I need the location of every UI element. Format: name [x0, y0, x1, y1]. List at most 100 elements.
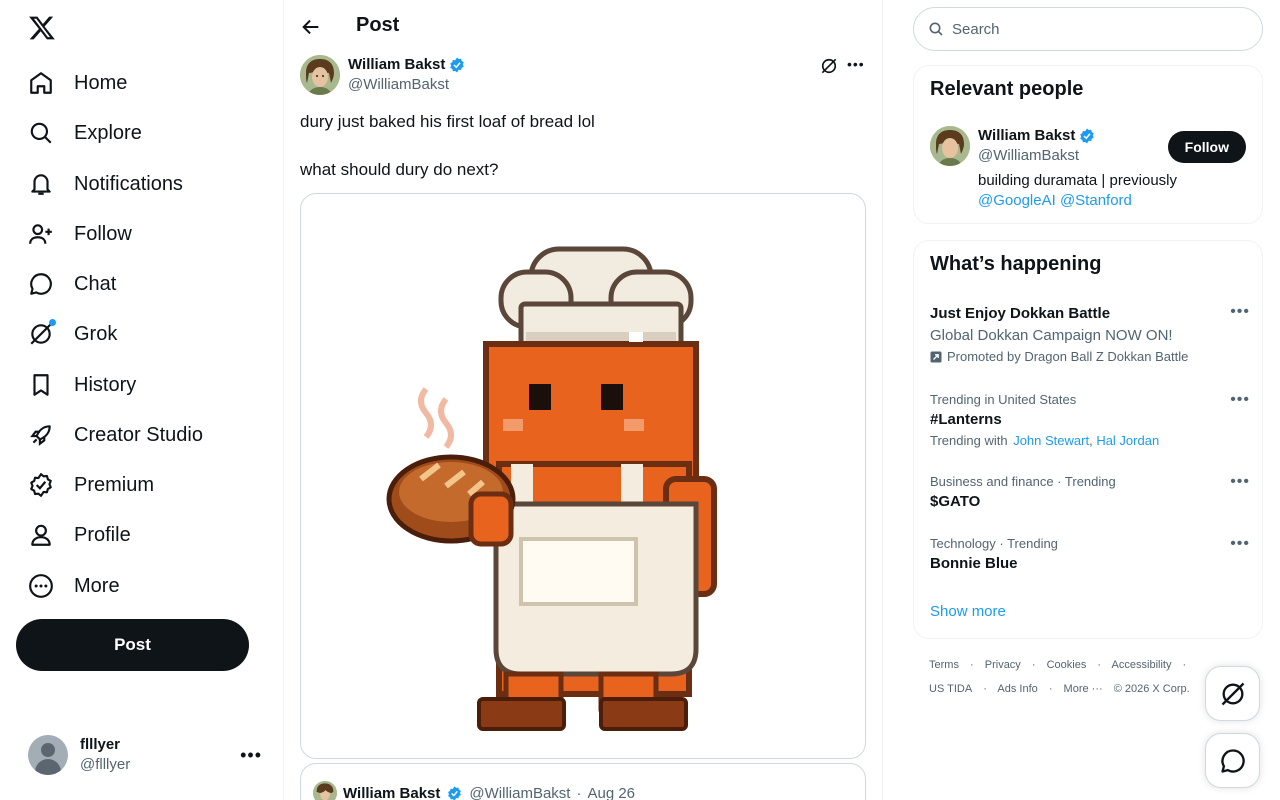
verified-check-icon	[450, 57, 465, 73]
verified-check-icon	[448, 785, 462, 800]
nav-creator-studio-label: Creator Studio	[74, 423, 203, 446]
copyright: © 2026 X Corp.	[1113, 683, 1190, 695]
x-logo-icon[interactable]	[28, 14, 56, 42]
nav-home[interactable]: Home	[16, 59, 139, 107]
promoted-icon	[930, 351, 942, 363]
search-icon	[929, 22, 943, 36]
trend-with-link[interactable]: John Stewart	[1013, 433, 1089, 448]
footer-links: US TIDA · Ads Info · More ··· © 2026 X C…	[929, 683, 1198, 695]
quoted-post[interactable]: William Bakst @WilliamBakst · Aug 26	[300, 763, 866, 800]
relevant-people-card: Relevant people William Bakst @WilliamBa…	[913, 65, 1263, 224]
footer-link[interactable]: Cookies	[1047, 659, 1087, 671]
rocket-icon	[28, 422, 54, 448]
post-image[interactable]	[300, 193, 866, 759]
nav-follow[interactable]: Follow	[16, 210, 144, 258]
footer-link[interactable]: More ···	[1064, 683, 1103, 695]
nav-home-label: Home	[74, 71, 128, 94]
nav-notifications[interactable]: Notifications	[16, 160, 195, 208]
nav-explore[interactable]: Explore	[16, 109, 154, 157]
show-more-link[interactable]: Show more	[930, 603, 1006, 620]
account-switcher[interactable]: flllyer @flllyer •••	[16, 726, 272, 784]
separator: ·	[1182, 659, 1187, 671]
post-text: dury just baked his first loaf of bread …	[300, 110, 595, 182]
nav-chat-label: Chat	[74, 272, 117, 295]
chat-bubble-icon	[1220, 748, 1245, 773]
footer-link[interactable]: Terms	[929, 659, 959, 671]
trend-meta: Business and finance · Trending	[930, 474, 1116, 489]
grok-fab-button[interactable]	[1205, 666, 1260, 721]
more-dots-icon[interactable]: •••	[240, 745, 262, 766]
separator: ·	[1048, 683, 1053, 695]
author-name[interactable]: William Bakst	[348, 55, 445, 75]
separator: ,	[1089, 433, 1093, 448]
relevant-handle[interactable]: @WilliamBakst	[978, 146, 1168, 166]
grok-icon	[1221, 682, 1244, 705]
nav-notifications-label: Notifications	[74, 172, 183, 195]
page-title: Post	[356, 14, 400, 36]
grok-icon[interactable]	[819, 56, 839, 76]
back-arrow-icon[interactable]	[300, 16, 322, 38]
pixel-baker-illustration	[386, 246, 717, 731]
more-dots-icon[interactable]: •••	[1230, 303, 1250, 321]
trend-item[interactable]: Just Enjoy Dokkan Battle Global Dokkan C…	[930, 303, 1250, 367]
nav-creator-studio[interactable]: Creator Studio	[16, 411, 215, 459]
verified-badge-icon	[28, 472, 54, 498]
trend-meta: Technology · Trending	[930, 536, 1058, 551]
trend-name: Bonnie Blue	[930, 555, 1018, 572]
search-box[interactable]	[913, 7, 1263, 51]
author-handle[interactable]: @WilliamBakst	[348, 75, 466, 95]
follow-button[interactable]: Follow	[1167, 131, 1246, 163]
quote-author-name: William Bakst	[343, 784, 441, 800]
nav-more-label: More	[74, 574, 120, 597]
person-plus-icon	[28, 221, 54, 247]
trend-with-link[interactable]: Hal Jordan	[1096, 433, 1159, 448]
footer-link[interactable]: US TIDA	[929, 683, 972, 695]
search-input[interactable]	[952, 20, 1232, 38]
card-title: What’s happening	[930, 253, 1102, 275]
trend-meta: Trending in United States	[930, 392, 1077, 407]
bookmark-icon	[28, 372, 54, 398]
verified-check-icon	[1080, 128, 1095, 144]
chat-fab-button[interactable]	[1205, 733, 1260, 788]
bio-link[interactable]: @GoogleAI	[978, 192, 1056, 209]
person-icon	[28, 522, 54, 548]
notification-dot	[49, 319, 56, 326]
nav-profile[interactable]: Profile	[16, 511, 143, 559]
nav-chat[interactable]: Chat	[16, 260, 128, 308]
trend-name: Just Enjoy Dokkan Battle	[930, 305, 1111, 322]
separator: ·	[970, 659, 974, 671]
compose-post-button[interactable]: Post	[16, 619, 249, 671]
home-icon	[28, 70, 54, 96]
more-dots-icon[interactable]: •••	[1230, 473, 1250, 491]
separator: ·	[983, 683, 987, 695]
nav-explore-label: Explore	[74, 121, 142, 144]
nav-more[interactable]: More	[16, 562, 132, 610]
footer-links: Terms · Privacy · Cookies · Accessibilit…	[929, 659, 1194, 671]
trend-item[interactable]: Business and finance · Trending $GATO ••…	[930, 473, 1250, 513]
relevant-name[interactable]: William Bakst	[978, 126, 1075, 146]
left-sidebar: Home Explore Notifications Follow Chat G…	[0, 0, 284, 800]
trend-item[interactable]: Technology · Trending Bonnie Blue •••	[930, 535, 1250, 575]
separator: ·	[576, 784, 582, 800]
trend-subtitle: Global Dokkan Campaign NOW ON!	[930, 327, 1173, 344]
footer-link[interactable]: Privacy	[985, 659, 1021, 671]
post-text-line: dury just baked his first loaf of bread …	[300, 112, 595, 131]
trend-name: $GATO	[930, 493, 981, 510]
more-dots-icon[interactable]: •••	[1230, 535, 1250, 553]
nav-premium[interactable]: Premium	[16, 461, 166, 509]
bio-link[interactable]: @Stanford	[1060, 192, 1132, 209]
bio-text: building duramata | previously	[978, 172, 1178, 189]
grok-icon	[28, 319, 56, 347]
author-avatar[interactable]	[300, 55, 340, 95]
nav-history[interactable]: History	[16, 361, 148, 409]
footer-link[interactable]: Ads Info	[997, 683, 1037, 695]
nav-grok[interactable]: Grok	[16, 310, 129, 358]
post-text-line: what should dury do next?	[300, 160, 499, 179]
footer-link[interactable]: Accessibility	[1112, 659, 1172, 671]
more-dots-icon[interactable]: •••	[847, 56, 865, 72]
more-dots-icon[interactable]: •••	[1230, 391, 1250, 409]
promoted-label: Promoted by Dragon Ball Z Dokkan Battle	[947, 349, 1189, 364]
trend-item[interactable]: Trending in United States #Lanterns Tren…	[930, 391, 1250, 451]
relevant-avatar[interactable]	[930, 126, 970, 166]
relevant-bio: building duramata | previously @GoogleAI…	[978, 171, 1248, 211]
